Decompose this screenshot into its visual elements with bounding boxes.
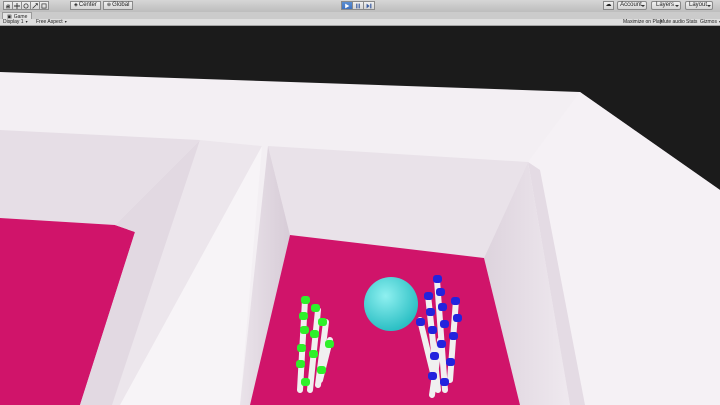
pivot-icon: ◈: [74, 2, 78, 8]
gizmos-label: Gizmos: [700, 19, 717, 25]
rect-tool-icon[interactable]: [39, 1, 49, 10]
gizmos-dropdown[interactable]: Gizmos: [700, 19, 720, 25]
globe-icon: ⊕: [106, 2, 112, 8]
step-icon: [366, 3, 372, 8]
transform-tools: [3, 1, 49, 10]
aspect-dropdown[interactable]: Free Aspect: [36, 19, 67, 25]
stats-toggle[interactable]: Stats: [686, 19, 697, 25]
right-controls: ☁ Account Layers Layout: [603, 1, 713, 10]
account-dropdown[interactable]: Account: [617, 1, 647, 10]
display-dropdown[interactable]: Display 1: [3, 19, 28, 25]
playback-controls: [341, 1, 375, 10]
layout-dropdown[interactable]: Layout: [685, 1, 713, 10]
space-label: Global: [112, 2, 130, 8]
aspect-label: Free Aspect: [36, 19, 63, 25]
pivot-label: Center: [78, 2, 97, 8]
game-scene: [0, 26, 720, 405]
space-global-button[interactable]: ⊕ Global: [102, 1, 134, 10]
cloud-icon: ☁: [605, 2, 612, 8]
stats-label: Stats: [686, 19, 698, 25]
pause-icon: [356, 3, 360, 8]
maximize-on-play-toggle[interactable]: Maximize on Play: [623, 19, 662, 25]
mute-label: Mute audio: [660, 19, 685, 25]
step-button[interactable]: [363, 1, 375, 10]
display-label: Display 1: [3, 19, 24, 25]
cyan-sphere: [364, 277, 418, 331]
play-icon: [345, 3, 350, 8]
game-viewport[interactable]: [0, 26, 720, 405]
maximize-label: Maximize on Play: [623, 19, 663, 25]
layers-label: Layers: [655, 2, 674, 8]
layers-dropdown[interactable]: Layers: [651, 1, 681, 10]
game-view-controlbar: Display 1 Free Aspect Maximize on Play M…: [0, 19, 720, 26]
layout-label: Layout: [689, 2, 708, 8]
mute-audio-toggle[interactable]: Mute audio: [660, 19, 685, 25]
cloud-button[interactable]: ☁: [603, 1, 614, 10]
pivot-controls: ◈ Center ⊕ Global: [70, 1, 134, 10]
pivot-center-button[interactable]: ◈ Center: [70, 1, 101, 10]
account-label: Account: [620, 2, 642, 8]
tab-bar: ▣ Game: [0, 12, 720, 20]
